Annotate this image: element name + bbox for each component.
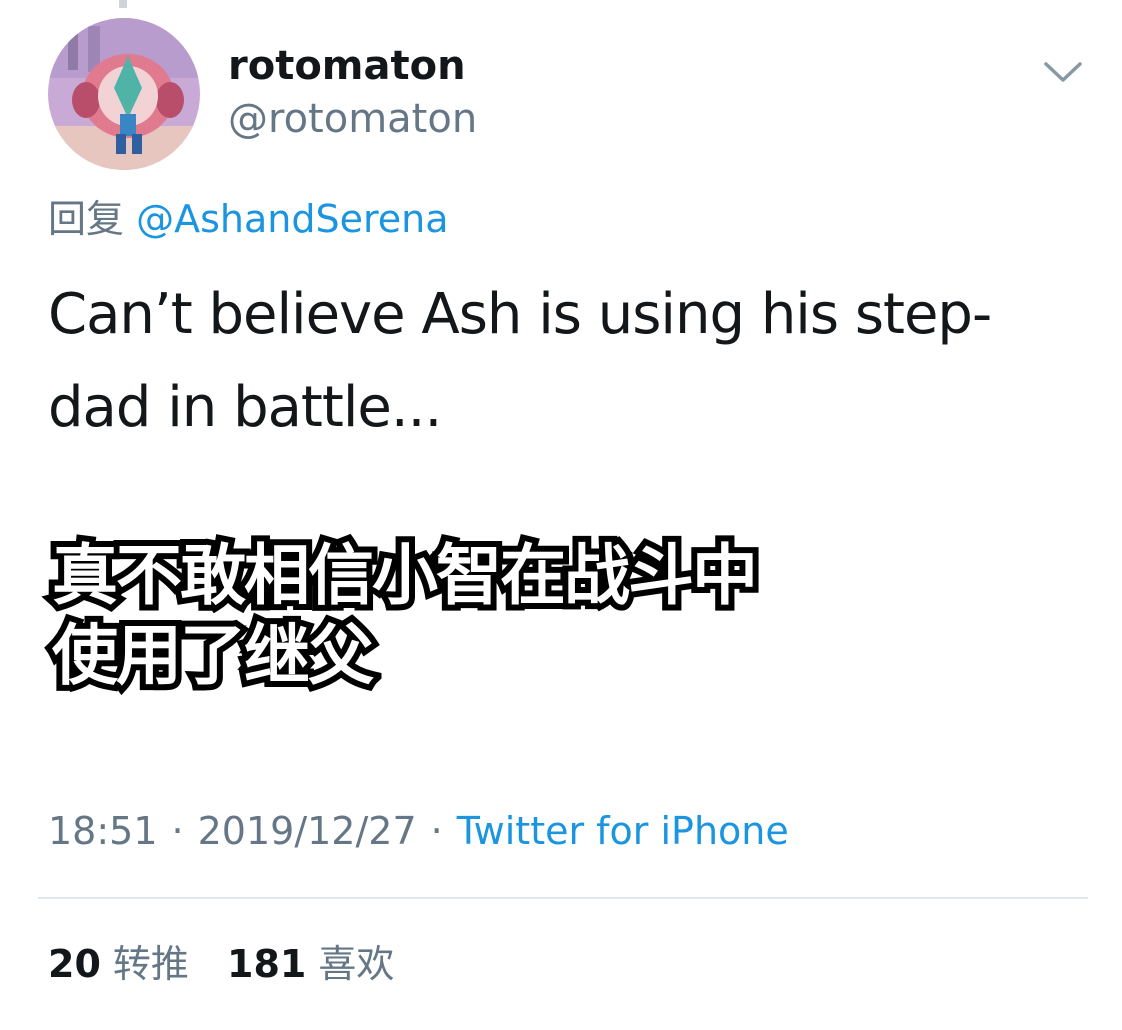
avatar[interactable] — [48, 18, 200, 170]
tweet-metadata: 18:51 · 2019/12/27 · Twitter for iPhone — [48, 806, 789, 856]
tweet-time: 18:51 — [48, 809, 158, 853]
likes-stat[interactable]: 181 喜欢 — [227, 938, 394, 990]
retweet-count: 20 — [48, 942, 101, 986]
tweet-text-line: Can’t believe Ash is using his step- — [48, 282, 992, 347]
tweet-text: Can’t believe Ash is using his step- dad… — [48, 268, 1068, 454]
like-count: 181 — [227, 942, 307, 986]
reply-prefix: 回复 — [48, 197, 125, 241]
user-handle[interactable]: @rotomaton — [228, 93, 477, 145]
top-edge-mark — [119, 0, 127, 8]
separator-dot: · — [171, 809, 184, 853]
chevron-down-icon[interactable] — [1040, 56, 1086, 90]
tweet-text-line: dad in battle... — [48, 375, 442, 440]
engagement-stats: 20 转推 181 喜欢 — [48, 938, 420, 990]
source-link[interactable]: Twitter for iPhone — [457, 809, 789, 853]
retweet-label: 转推 — [112, 942, 189, 986]
avatar-image — [48, 18, 200, 170]
display-name[interactable]: rotomaton — [228, 40, 466, 92]
reply-context: 回复 @AshandSerena — [48, 194, 449, 244]
retweets-stat[interactable]: 20 转推 — [48, 938, 189, 990]
tweet-date: 2019/12/27 — [197, 809, 417, 853]
like-label: 喜欢 — [318, 942, 395, 986]
separator-dot: · — [430, 809, 443, 853]
reply-to-link[interactable]: @AshandSerena — [136, 197, 448, 241]
caption-line: 真不敢相信小智在战斗中 — [46, 531, 764, 620]
subtitle-caption: 真不敢相信小智在战斗中 使用了继父 — [46, 531, 764, 700]
divider — [38, 897, 1088, 899]
caption-line: 使用了继父 — [46, 611, 380, 700]
